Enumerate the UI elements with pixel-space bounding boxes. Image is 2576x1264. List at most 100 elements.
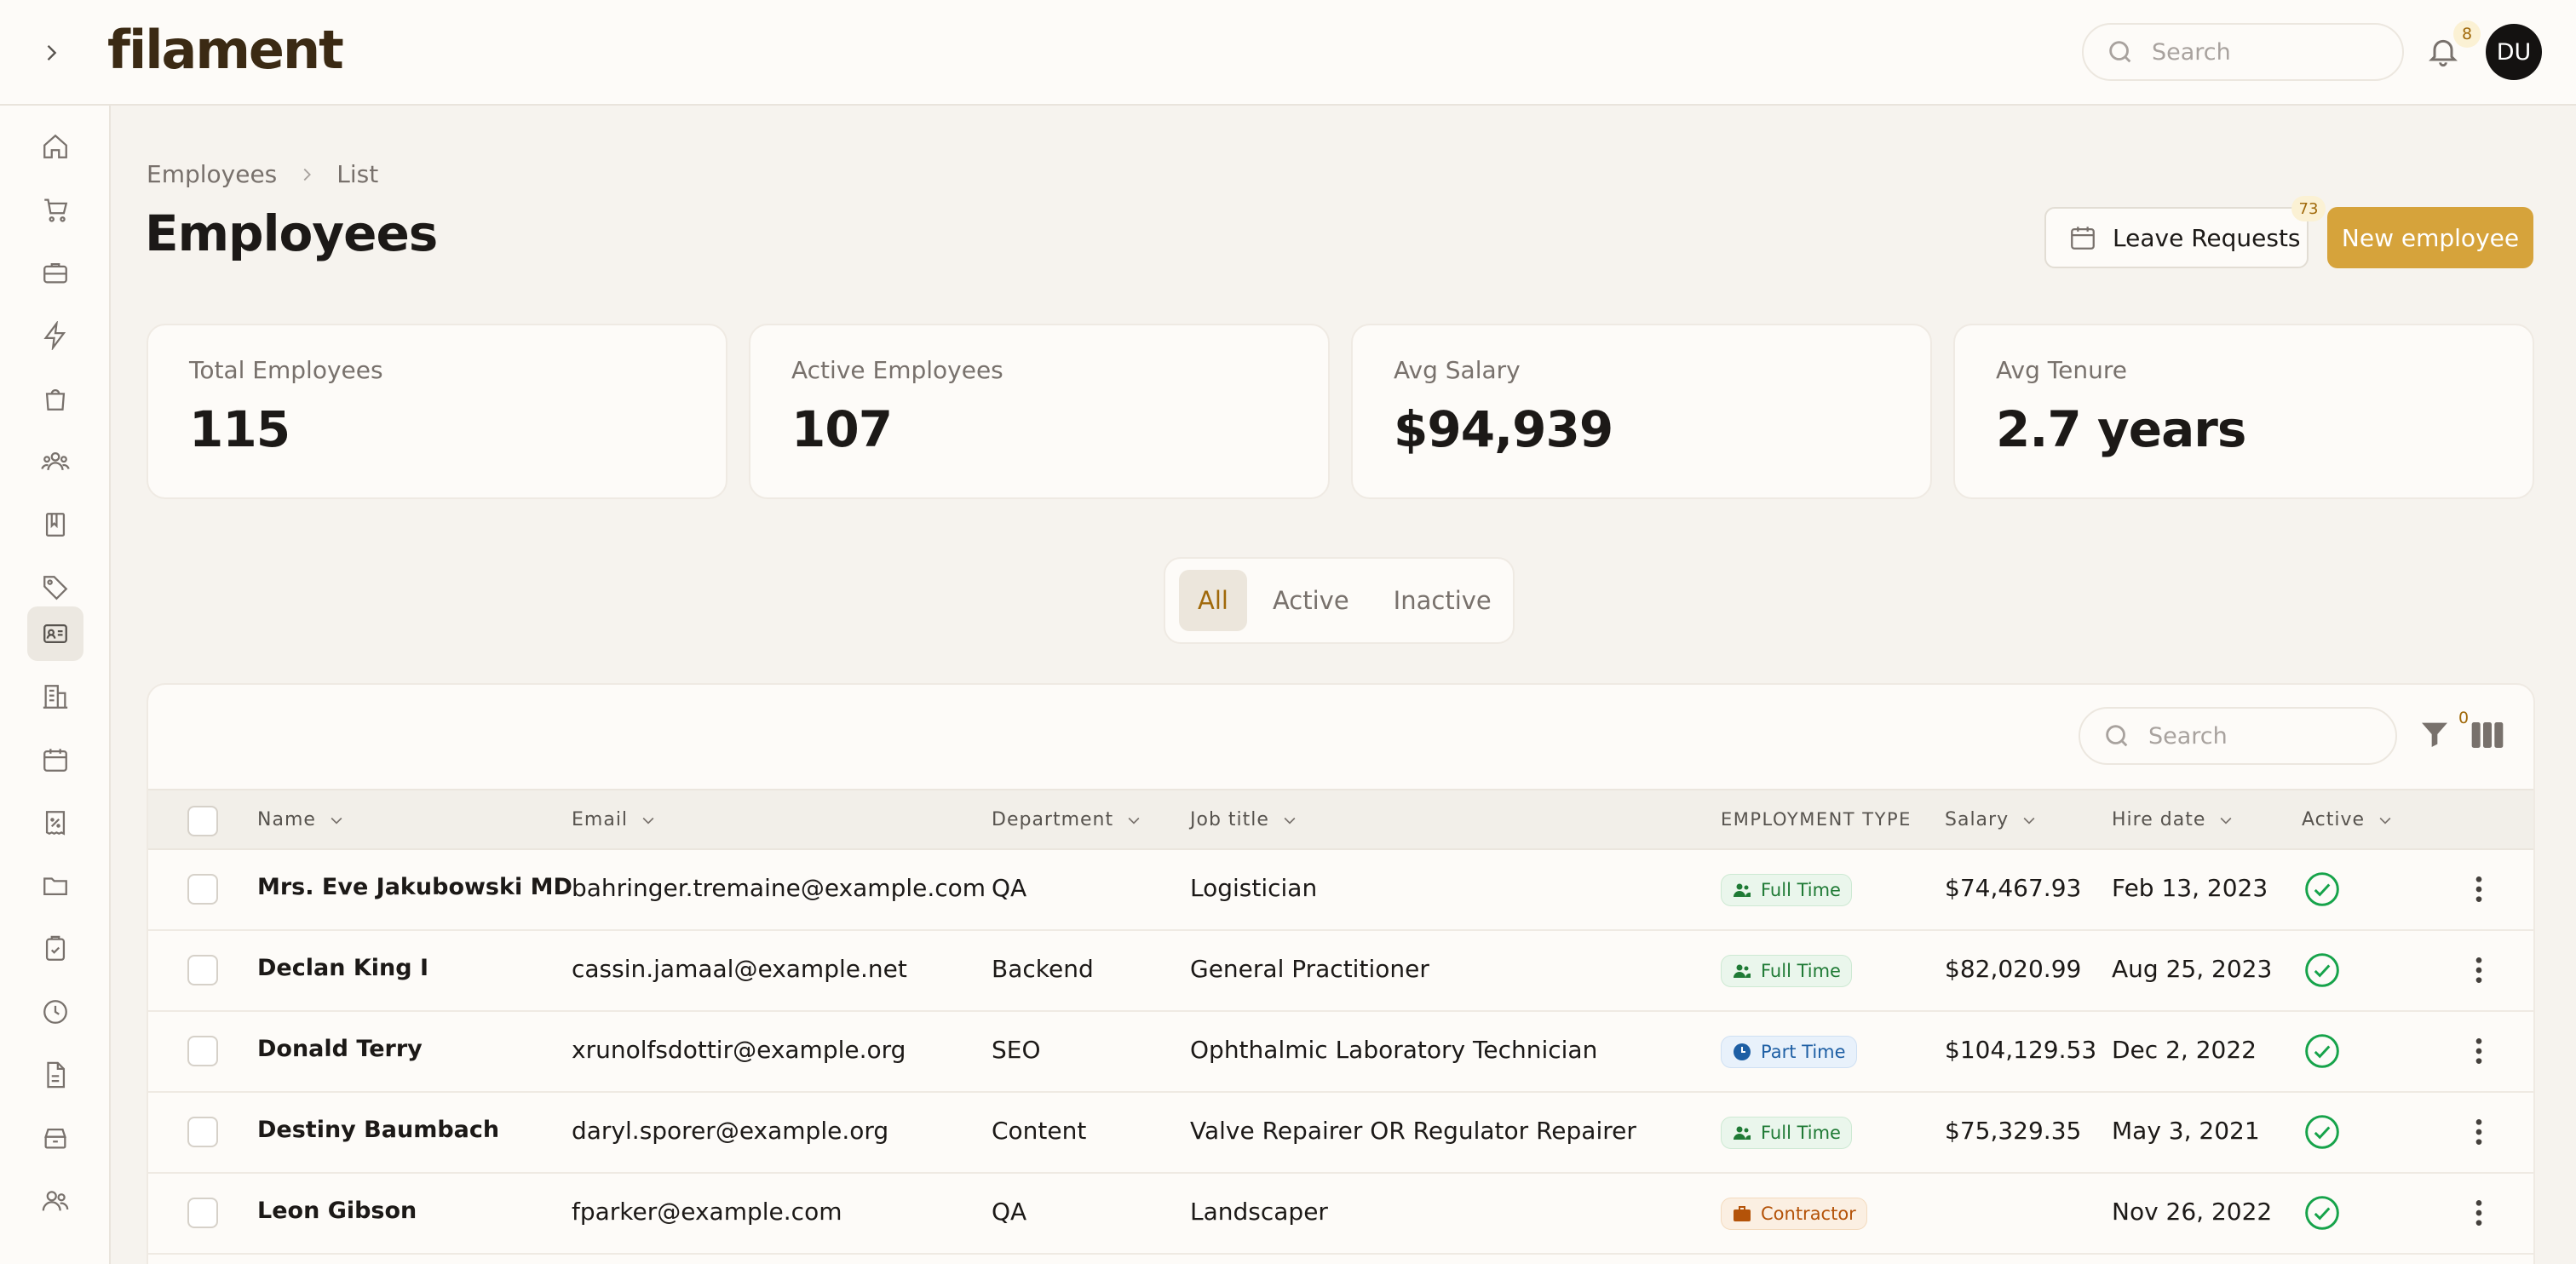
- column-header-email[interactable]: Email: [572, 809, 657, 830]
- check-circle-icon: [2305, 872, 2339, 906]
- new-employee-button[interactable]: New employee: [2327, 207, 2533, 268]
- chevron-down-icon: [1284, 817, 1296, 824]
- column-header-salary[interactable]: Salary: [1945, 809, 2038, 830]
- search-icon: [2106, 725, 2128, 747]
- building-icon[interactable]: [27, 669, 83, 724]
- book-icon[interactable]: [27, 497, 83, 552]
- chevron-down-icon: [2379, 817, 2391, 824]
- employment-type-badge: Full Time: [1721, 1117, 1852, 1149]
- table-row[interactable]: Declan King I cassin.jamaal@example.net …: [148, 931, 2533, 1012]
- row-checkbox[interactable]: [187, 874, 218, 905]
- table-search[interactable]: [2079, 707, 2397, 765]
- global-search-input[interactable]: [2152, 38, 2373, 66]
- breadcrumb-employees[interactable]: Employees: [147, 160, 277, 188]
- expand-sidebar-chevron-icon[interactable]: [32, 34, 70, 72]
- user-group-icon[interactable]: [27, 1174, 83, 1228]
- breadcrumb: Employees List: [147, 160, 378, 188]
- cell-hire-date: May 3, 2021: [2112, 1117, 2260, 1145]
- row-actions-kebab-icon[interactable]: [2462, 1034, 2496, 1068]
- clock-icon[interactable]: [27, 985, 83, 1039]
- cell-department: QA: [992, 1198, 1027, 1226]
- employment-type-badge: Part Time: [1721, 1036, 1857, 1068]
- table-row[interactable]: Mrs. Eve Jakubowski MD bahringer.tremain…: [148, 850, 2533, 931]
- stat-label: Active Employees: [791, 356, 1003, 384]
- cell-email: xrunolfsdottir@example.org: [572, 1036, 906, 1064]
- document-icon[interactable]: [27, 1048, 83, 1102]
- table-row[interactable]: Leon Gibson fparker@example.com QA Lands…: [148, 1174, 2533, 1255]
- column-label: Department: [992, 809, 1114, 830]
- row-checkbox[interactable]: [187, 1117, 218, 1147]
- chevron-down-icon: [1128, 817, 1140, 824]
- search-icon: [2109, 41, 2131, 63]
- cell-email: daryl.sporer@example.org: [572, 1117, 889, 1145]
- user-avatar[interactable]: DU: [2486, 24, 2542, 80]
- clock-icon: [1734, 1043, 1751, 1060]
- row-checkbox[interactable]: [187, 955, 218, 985]
- filter-tabs: All Active Inactive: [1164, 557, 1515, 644]
- tab-all[interactable]: All: [1179, 570, 1247, 631]
- columns-toggle-icon[interactable]: [2470, 721, 2504, 753]
- cell-job-title: Valve Repairer OR Regulator Repairer: [1190, 1117, 1636, 1145]
- cell-name[interactable]: Donald Terry: [257, 1036, 423, 1062]
- employment-type-label: Full Time: [1761, 880, 1841, 900]
- global-search[interactable]: [2082, 23, 2404, 81]
- cell-name[interactable]: Mrs. Eve Jakubowski MD: [257, 874, 572, 900]
- cell-salary: $104,129.53: [1945, 1036, 2097, 1064]
- users-icon: [1734, 883, 1751, 897]
- cell-salary: $82,020.99: [1945, 955, 2082, 983]
- table-row[interactable]: Destiny Baumbach daryl.sporer@example.or…: [148, 1093, 2533, 1174]
- column-header-hire-date[interactable]: Hire date: [2112, 809, 2234, 830]
- row-actions-kebab-icon[interactable]: [2462, 1115, 2496, 1149]
- employment-type-badge: Contractor: [1721, 1198, 1867, 1230]
- chevron-down-icon: [331, 817, 342, 824]
- notifications-badge: 8: [2453, 20, 2481, 48]
- column-header-active[interactable]: Active: [2302, 809, 2394, 830]
- row-actions-kebab-icon[interactable]: [2462, 872, 2496, 906]
- table-search-input[interactable]: [2148, 722, 2370, 750]
- stat-value: 107: [791, 400, 893, 458]
- cell-job-title: Logistician: [1190, 874, 1318, 902]
- stat-card-total-employees: Total Employees 115: [147, 324, 727, 499]
- employment-type-label: Part Time: [1761, 1042, 1846, 1062]
- cell-name[interactable]: Destiny Baumbach: [257, 1117, 499, 1143]
- cell-department: Backend: [992, 955, 1094, 983]
- row-checkbox[interactable]: [187, 1198, 218, 1228]
- calendar-icon: [2071, 227, 2095, 250]
- cell-name[interactable]: Leon Gibson: [257, 1198, 417, 1224]
- cell-job-title: Landscaper: [1190, 1198, 1328, 1226]
- leave-requests-button[interactable]: Leave Requests: [2044, 207, 2309, 268]
- row-checkbox[interactable]: [187, 1036, 218, 1066]
- filter-count-badge: 0: [2458, 709, 2470, 727]
- id-card-icon[interactable]: [27, 606, 83, 661]
- cell-name[interactable]: Declan King I: [257, 955, 428, 981]
- column-header-department[interactable]: Department: [992, 809, 1142, 830]
- users-group-icon[interactable]: [27, 434, 83, 489]
- home-icon[interactable]: [27, 119, 83, 174]
- filter-funnel-icon[interactable]: [2418, 717, 2452, 755]
- table-row[interactable]: Donald Terry xrunolfsdottir@example.org …: [148, 1012, 2533, 1093]
- column-label: Name: [257, 809, 316, 830]
- tab-inactive[interactable]: Inactive: [1375, 570, 1510, 631]
- column-header-job-title[interactable]: Job title: [1190, 809, 1298, 830]
- briefcase-icon[interactable]: [27, 245, 83, 300]
- app-logo[interactable]: filament: [107, 19, 344, 81]
- column-header-name[interactable]: Name: [257, 809, 345, 830]
- table-header: Name Email Department Job title EMPLOYME…: [148, 789, 2533, 850]
- row-actions-kebab-icon[interactable]: [2462, 1196, 2496, 1230]
- stat-label: Total Employees: [189, 356, 383, 384]
- shopping-bag-icon[interactable]: [27, 371, 83, 426]
- folder-icon[interactable]: [27, 859, 83, 913]
- clipboard-check-icon[interactable]: [27, 922, 83, 976]
- column-label: Hire date: [2112, 809, 2206, 830]
- cell-email: fparker@example.com: [572, 1198, 842, 1226]
- row-actions-kebab-icon[interactable]: [2462, 953, 2496, 987]
- cart-icon[interactable]: [27, 182, 83, 237]
- receipt-percent-icon[interactable]: [27, 796, 83, 850]
- sidebar: [0, 106, 111, 1264]
- leave-requests-label: Leave Requests: [2113, 223, 2301, 252]
- bolt-icon[interactable]: [27, 308, 83, 363]
- select-all-checkbox[interactable]: [187, 806, 218, 836]
- tab-active[interactable]: Active: [1254, 570, 1368, 631]
- calendar-icon[interactable]: [27, 733, 83, 787]
- archive-box-icon[interactable]: [27, 1111, 83, 1165]
